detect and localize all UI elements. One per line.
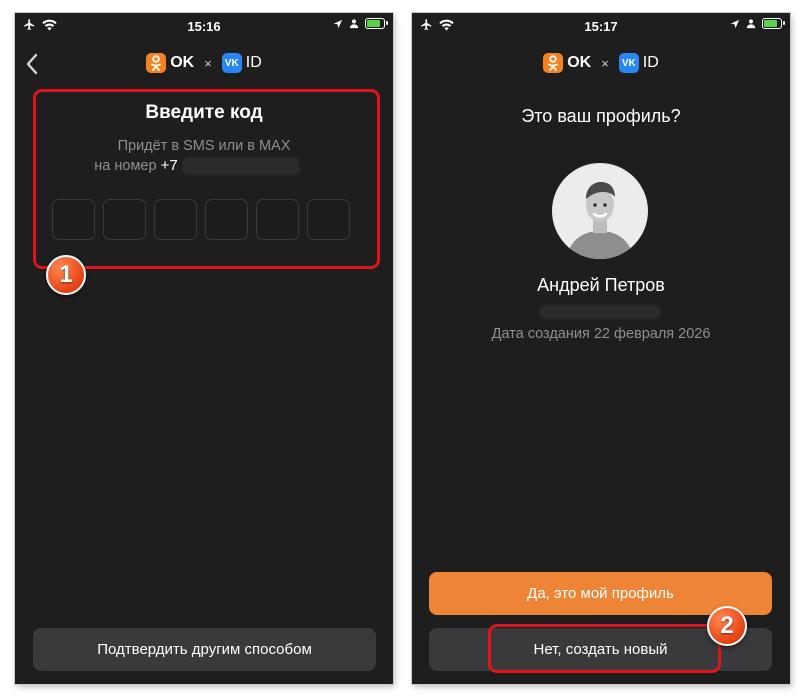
vkid-logo: VK ID [221, 53, 262, 73]
ok-icon [543, 53, 564, 73]
vk-icon: VK [618, 53, 639, 73]
status-bar: 15:16 [15, 13, 393, 39]
phone-screen-profile: 15:17 OK × VK ID Это ваш профиль? Андрей… [412, 13, 790, 684]
location-arrow-icon [333, 19, 343, 28]
vkid-label: ID [642, 54, 659, 71]
profile-name: Андрей Петров [537, 275, 665, 295]
brand-separator: × [601, 55, 609, 71]
person-icon [349, 19, 359, 29]
header: OK × VK ID [412, 53, 790, 79]
location-arrow-icon [730, 19, 740, 28]
step-badge-2: 2 [707, 606, 747, 646]
vk-icon: VK [221, 53, 242, 73]
logo-row: OK × VK ID [412, 53, 790, 73]
vkid-logo: VK ID [618, 53, 659, 73]
profile-creation-date: Дата создания 22 февраля 2026 [491, 326, 711, 342]
ok-logo: OK [543, 53, 591, 73]
highlight-frame-code [33, 89, 380, 269]
profile-contact-redacted [540, 303, 660, 321]
header: OK × VK ID [15, 53, 393, 79]
confirm-other-way-button[interactable]: Подтвердить другим способом [33, 628, 376, 671]
profile-question: Это ваш профиль? [521, 106, 681, 126]
battery-icon [365, 18, 388, 29]
brand-separator: × [204, 55, 212, 71]
vkid-label: ID [245, 54, 262, 71]
ok-label: OK [567, 54, 592, 71]
avatar [552, 163, 648, 259]
ok-logo: OK [146, 53, 194, 73]
battery-icon [762, 18, 785, 29]
ok-icon [146, 53, 167, 73]
highlight-frame-new-button [488, 624, 721, 673]
logo-row: OK × VK ID [15, 53, 393, 73]
status-bar: 15:17 [412, 13, 790, 39]
step-badge-1: 1 [46, 255, 86, 295]
person-icon [746, 19, 756, 29]
ok-label: OK [170, 54, 195, 71]
